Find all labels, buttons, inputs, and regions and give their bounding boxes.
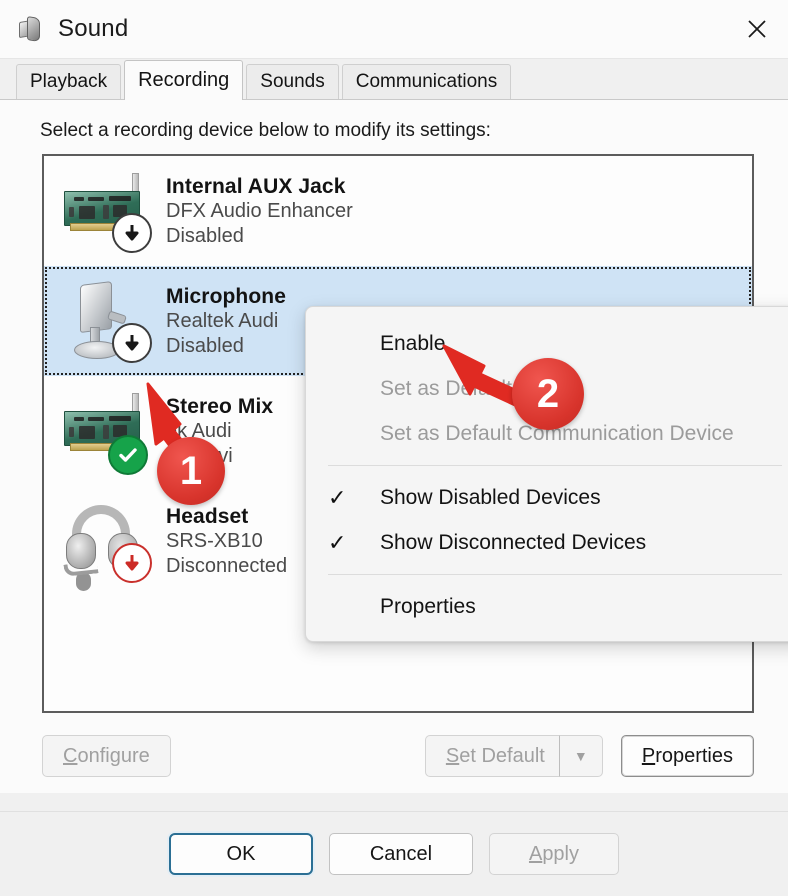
device-name: Internal AUX Jack bbox=[166, 174, 346, 198]
window-title: Sound bbox=[58, 15, 129, 42]
menu-separator bbox=[328, 574, 782, 575]
set-default-label-rest: et Default bbox=[459, 745, 545, 767]
device-description: DFX Audio Enhancer bbox=[166, 200, 353, 223]
dialog-footer: OK Cancel Apply bbox=[0, 811, 788, 896]
set-default-button[interactable]: Set Default bbox=[424, 735, 559, 777]
tab-sounds[interactable]: Sounds bbox=[246, 64, 339, 99]
device-status: Disabled bbox=[166, 334, 244, 357]
disabled-badge-icon bbox=[112, 213, 152, 253]
microphone-disabled-badge bbox=[112, 323, 152, 363]
headset-icon bbox=[52, 495, 160, 591]
list-item[interactable]: Internal AUX Jack DFX Audio Enhancer Dis… bbox=[44, 156, 752, 266]
sound-dialog: Sound Playback Recording Sounds Communic… bbox=[0, 0, 788, 896]
configure-label-rest: onfigure bbox=[77, 745, 150, 767]
properties-button[interactable]: Properties bbox=[620, 735, 754, 777]
device-description: Realtek Audi bbox=[166, 310, 279, 333]
check-icon: ✓ bbox=[328, 484, 347, 510]
sound-speaker-icon bbox=[14, 14, 44, 44]
page-instruction: Select a recording device below to modif… bbox=[40, 120, 491, 141]
title-bar: Sound bbox=[0, 0, 788, 59]
set-default-split-button[interactable]: Set Default ▼ bbox=[424, 735, 603, 777]
close-icon[interactable] bbox=[726, 0, 788, 58]
properties-label-rest: roperties bbox=[655, 745, 733, 767]
apply-button[interactable]: Apply bbox=[489, 833, 619, 875]
menu-item-properties[interactable]: Properties bbox=[306, 584, 788, 629]
check-icon: ✓ bbox=[328, 529, 347, 555]
tab-recording[interactable]: Recording bbox=[124, 60, 244, 100]
tab-playback[interactable]: Playback bbox=[16, 64, 122, 99]
apply-label-rest: pply bbox=[542, 843, 580, 865]
desktop-microphone-icon bbox=[52, 275, 160, 367]
menu-item-show-disabled-devices[interactable]: ✓ Show Disabled Devices bbox=[306, 475, 788, 520]
configure-button[interactable]: Configure bbox=[42, 735, 171, 777]
callout-badge-1: 1 bbox=[157, 437, 225, 505]
device-status: Disconnected bbox=[166, 554, 288, 577]
tab-communications[interactable]: Communications bbox=[341, 64, 512, 99]
ok-button[interactable]: OK bbox=[169, 833, 313, 875]
menu-separator bbox=[328, 465, 782, 466]
menu-item-show-disconnected-devices[interactable]: ✓ Show Disconnected Devices bbox=[306, 520, 788, 565]
device-status: Disabled bbox=[166, 224, 244, 247]
chevron-down-icon[interactable]: ▼ bbox=[558, 735, 603, 777]
device-description: SRS-XB10 bbox=[166, 530, 263, 553]
tab-strip: Playback Recording Sounds Communications bbox=[0, 59, 788, 100]
device-name: Microphone bbox=[166, 284, 286, 308]
sound-card-icon bbox=[52, 165, 160, 257]
disconnected-badge-icon bbox=[112, 543, 152, 583]
callout-badge-2: 2 bbox=[512, 358, 584, 430]
cancel-button[interactable]: Cancel bbox=[329, 833, 473, 875]
device-name: Headset bbox=[166, 504, 249, 528]
device-action-toolbar: Configure Set Default ▼ Properties bbox=[42, 735, 754, 777]
